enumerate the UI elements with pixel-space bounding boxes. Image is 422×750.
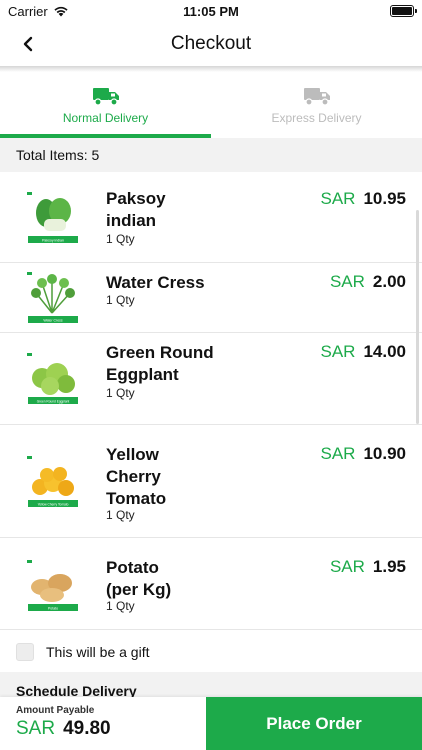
tab-express-delivery[interactable]: Express Delivery: [211, 72, 422, 138]
item-name: Green Round Eggplant: [106, 343, 214, 384]
item-price: SAR 1.95: [330, 557, 406, 577]
tab-express-delivery-label: Express Delivery: [271, 110, 362, 125]
water-cress-thumbnail-icon: Water Cress: [24, 269, 82, 327]
item-name: Potato (per Kg): [106, 558, 172, 599]
price-value: 10.90: [363, 444, 406, 463]
amount-payable: Amount Payable SAR 49.80: [0, 697, 206, 750]
eggplant-thumbnail-icon: Green Round Eggplant: [24, 350, 82, 408]
wifi-icon: [54, 6, 68, 17]
item-qty: 1 Qty: [106, 508, 135, 522]
price-value: 1.95: [372, 557, 406, 576]
item-price: SAR 10.95: [320, 189, 406, 209]
scroll-indicator[interactable]: [416, 210, 419, 424]
item-price: SAR 2.00: [330, 272, 406, 292]
thumb-caption: Potato: [48, 607, 58, 611]
express-truck-icon: [303, 87, 330, 106]
delivery-tabs: Normal Delivery Express Delivery: [0, 72, 422, 138]
battery-icon: [390, 5, 417, 17]
thumb-caption: Water Cress: [43, 319, 63, 323]
item-qty: 1 Qty: [106, 599, 135, 613]
price-currency: SAR: [320, 342, 356, 361]
place-order-button[interactable]: Place Order: [206, 697, 422, 750]
price-currency: SAR: [320, 444, 356, 463]
price-value: 10.95: [363, 189, 406, 208]
item-qty: 1 Qty: [106, 293, 135, 307]
gift-checkbox[interactable]: [16, 643, 34, 661]
item-price: SAR 10.90: [320, 444, 406, 464]
back-button[interactable]: [14, 30, 42, 58]
item-name: Water Cress: [106, 273, 205, 292]
price-value: 2.00: [372, 272, 406, 291]
tab-normal-delivery-label: Normal Delivery: [62, 110, 149, 125]
paksoy-thumbnail-icon: Paksoy indian: [24, 189, 82, 247]
potato-thumbnail-icon: Potato: [24, 557, 82, 615]
cart-item[interactable]: Green Round Eggplant Green Round Eggplan…: [0, 333, 422, 425]
item-qty: 1 Qty: [106, 386, 135, 400]
total-items-bar: Total Items: 5: [0, 138, 422, 172]
item-price: SAR 14.00: [320, 342, 406, 362]
status-bar: Carrier 11:05 PM: [0, 0, 422, 22]
amount-currency: SAR: [16, 718, 56, 739]
tomato-thumbnail-icon: Yellow Cherry Tomato: [24, 453, 82, 511]
chevron-left-icon: [23, 36, 33, 52]
thumb-caption: Yellow Cherry Tomato: [38, 503, 69, 507]
total-items-label: Total Items: 5: [16, 147, 100, 163]
cart-item[interactable]: Paksoy indian Paksoy indian 1 Qty SAR 10…: [0, 172, 422, 263]
status-left: Carrier: [8, 4, 69, 19]
page-title: Checkout: [170, 33, 252, 54]
thumb-caption: Paksoy indian: [42, 239, 64, 243]
cart-item[interactable]: Potato Potato (per Kg) 1 Qty SAR 1.95: [0, 538, 422, 630]
delivery-truck-icon: [92, 87, 119, 106]
amount-payable-label: Amount Payable: [16, 705, 95, 716]
nav-bar: Checkout: [0, 22, 422, 66]
tab-normal-delivery[interactable]: Normal Delivery: [0, 72, 211, 138]
gift-label: This will be a gift: [46, 644, 150, 660]
gift-option: This will be a gift: [0, 632, 422, 672]
cart-item[interactable]: Yellow Cherry Tomato Yellow Cherry Tomat…: [0, 425, 422, 538]
carrier-label: Carrier: [8, 3, 48, 19]
item-name: Yellow Cherry Tomato: [106, 445, 167, 508]
checkout-footer: Amount Payable SAR 49.80 Place Order: [0, 697, 422, 750]
cart-item[interactable]: Water Cress Water Cress 1 Qty SAR 2.00: [0, 263, 422, 333]
price-currency: SAR: [329, 272, 365, 291]
amount-row: SAR 49.80: [16, 718, 206, 740]
item-qty: 1 Qty: [106, 232, 135, 246]
cart-items-list: Paksoy indian Paksoy indian 1 Qty SAR 10…: [0, 172, 422, 630]
thumb-caption: Green Round Eggplant: [37, 400, 70, 404]
price-value: 14.00: [363, 342, 406, 361]
price-currency: SAR: [320, 189, 356, 208]
schedule-delivery-section: Schedule Delivery: [0, 672, 422, 700]
price-currency: SAR: [329, 557, 365, 576]
amount-value: 49.80: [63, 718, 111, 739]
item-name: Paksoy indian: [106, 189, 166, 230]
